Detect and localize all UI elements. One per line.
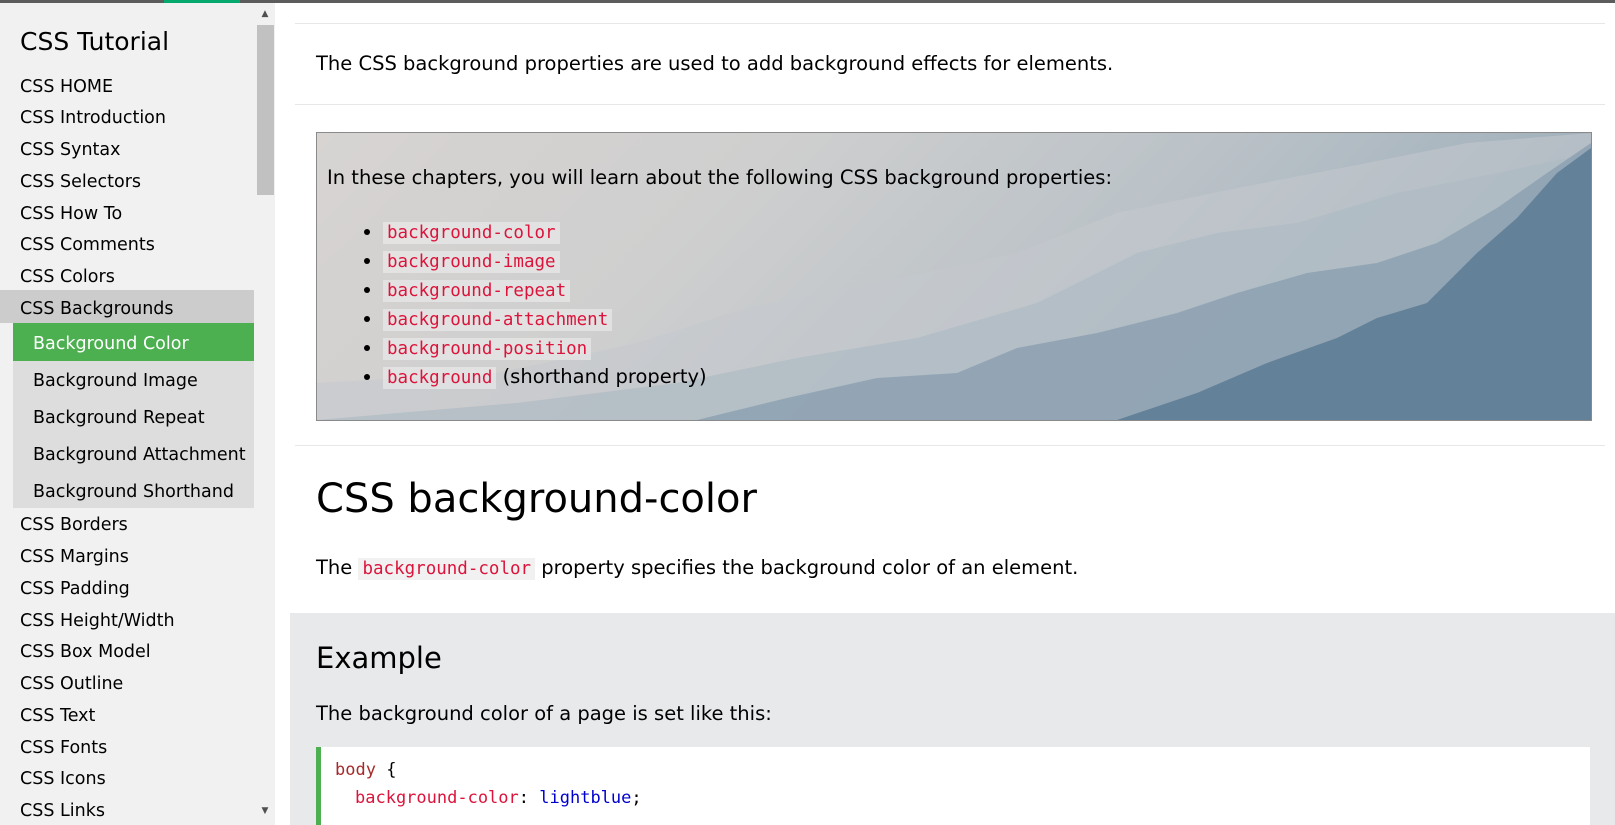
section-heading: CSS background-color: [316, 476, 757, 522]
intro-text: The CSS background properties are used t…: [316, 52, 1114, 75]
property-code: background-repeat: [383, 280, 571, 302]
list-item: background (shorthand property): [383, 362, 707, 391]
code-property: background-color: [355, 788, 519, 808]
sidebar-scrollbar-thumb[interactable]: [257, 25, 274, 195]
code-line: body {: [335, 760, 396, 780]
property-list: background-color background-image backgr…: [355, 217, 707, 391]
sidebar-item-css-borders[interactable]: CSS Borders: [20, 514, 128, 536]
sidebar-title: CSS Tutorial: [20, 27, 170, 56]
description-prefix: The: [316, 556, 353, 579]
sidebar-item-css-backgrounds[interactable]: CSS Backgrounds: [20, 298, 174, 320]
sidebar-item-css-colors[interactable]: CSS Colors: [20, 266, 115, 288]
sidebar-item-css-padding[interactable]: CSS Padding: [20, 578, 130, 600]
sidebar-subitem-background-attachment[interactable]: Background Attachment: [33, 444, 246, 466]
property-code: background-position: [383, 338, 592, 360]
divider: [295, 445, 1605, 446]
sidebar: CSS Tutorial CSS HOME CSS Introduction C…: [0, 3, 275, 825]
sidebar-subitem-background-repeat[interactable]: Background Repeat: [33, 407, 205, 429]
code-semicolon: ;: [631, 788, 642, 808]
sidebar-item-css-links[interactable]: CSS Links: [20, 800, 105, 822]
hero-intro-text: In these chapters, you will learn about …: [327, 166, 1113, 189]
property-code: background: [383, 367, 497, 389]
description-code: background-color: [358, 558, 536, 580]
code-value: lightblue: [539, 788, 632, 808]
sidebar-item-css-home[interactable]: CSS HOME: [20, 76, 113, 98]
sidebar-item-css-comments[interactable]: CSS Comments: [20, 234, 155, 256]
sidebar-item-css-text[interactable]: CSS Text: [20, 705, 95, 727]
sidebar-item-css-outline[interactable]: CSS Outline: [20, 673, 123, 695]
description-text: The background-color property specifies …: [316, 555, 1078, 582]
scroll-down-arrow-icon[interactable]: ▼: [258, 805, 272, 817]
example-title: Example: [316, 641, 442, 675]
sidebar-item-css-selectors[interactable]: CSS Selectors: [20, 171, 141, 193]
example-description: The background color of a page is set li…: [316, 702, 772, 725]
list-item: background-attachment: [383, 304, 707, 333]
sidebar-subitem-background-image[interactable]: Background Image: [33, 370, 198, 392]
divider: [295, 23, 1605, 24]
shorthand-note: (shorthand property): [502, 365, 707, 388]
sidebar-subitem-background-color[interactable]: Background Color: [33, 333, 189, 355]
code-block: [316, 747, 1590, 825]
hero-image-box: In these chapters, you will learn about …: [316, 132, 1592, 421]
code-colon: :: [518, 788, 530, 808]
sidebar-item-css-introduction[interactable]: CSS Introduction: [20, 107, 166, 129]
divider: [295, 104, 1605, 105]
sidebar-item-css-icons[interactable]: CSS Icons: [20, 768, 106, 790]
code-brace: {: [386, 760, 397, 780]
sidebar-item-css-how-to[interactable]: CSS How To: [20, 203, 122, 225]
description-suffix: property specifies the background color …: [541, 556, 1079, 579]
scroll-up-arrow-icon[interactable]: ▲: [258, 8, 272, 20]
property-code: background-image: [383, 251, 560, 273]
property-code: background-attachment: [383, 309, 613, 331]
sidebar-item-css-height-width[interactable]: CSS Height/Width: [20, 610, 175, 632]
sidebar-item-css-box-model[interactable]: CSS Box Model: [20, 641, 151, 663]
list-item: background-color: [383, 217, 707, 246]
list-item: background-repeat: [383, 275, 707, 304]
sidebar-item-css-syntax[interactable]: CSS Syntax: [20, 139, 121, 161]
property-code: background-color: [383, 222, 560, 244]
sidebar-item-css-margins[interactable]: CSS Margins: [20, 546, 129, 568]
list-item: background-image: [383, 246, 707, 275]
code-selector: body: [335, 760, 376, 780]
sidebar-item-css-fonts[interactable]: CSS Fonts: [20, 737, 107, 759]
list-item: background-position: [383, 333, 707, 362]
sidebar-subitem-background-shorthand[interactable]: Background Shorthand: [33, 481, 234, 503]
code-line: background-color: lightblue;: [355, 788, 642, 808]
